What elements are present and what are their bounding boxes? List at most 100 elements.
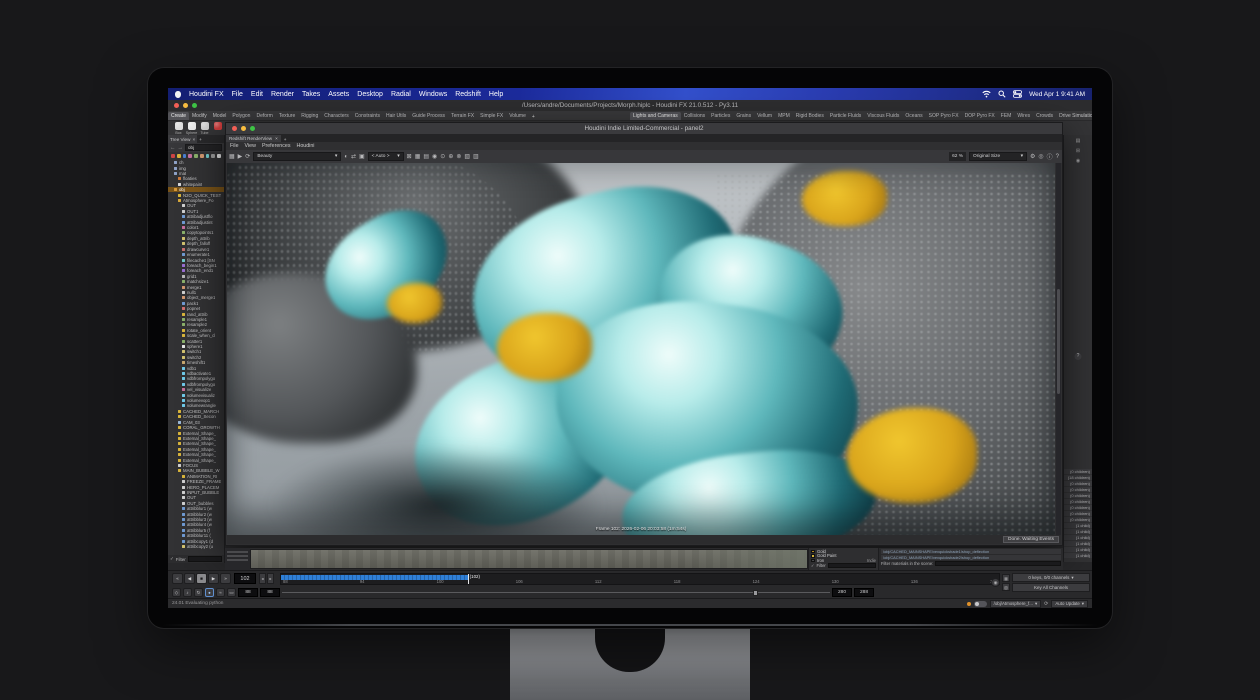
- add-tab-icon[interactable]: +: [281, 137, 290, 142]
- close-tab-icon[interactable]: ×: [275, 136, 278, 141]
- shelf-tab[interactable]: Texture: [276, 112, 298, 120]
- shelf-tab[interactable]: Viscous Fluids: [864, 112, 902, 120]
- render-view-menu-item[interactable]: Houdini: [297, 143, 315, 149]
- shelf-tab[interactable]: Particles: [708, 112, 733, 120]
- shelf-tab[interactable]: Oceans: [902, 112, 925, 120]
- render-view-menu-item[interactable]: View: [245, 143, 256, 149]
- shelf-tab[interactable]: SOP Pyro FX: [926, 112, 962, 120]
- forward-arrow-icon[interactable]: →: [178, 145, 184, 151]
- back-arrow-icon[interactable]: ←: [170, 145, 176, 151]
- render-window-titlebar[interactable]: Houdini Indie Limited-Commercial - panel…: [226, 123, 1062, 134]
- shelf-tab[interactable]: MPM: [775, 112, 793, 120]
- play-forward-button[interactable]: ▶: [208, 573, 219, 584]
- sidebar-icon[interactable]: ◉: [1076, 158, 1080, 164]
- shelf-tab[interactable]: Crowds: [1033, 112, 1056, 120]
- keyframe-color-icon[interactable]: ▧: [1002, 583, 1010, 591]
- grid-icon[interactable]: ▦: [415, 153, 421, 160]
- shader-filter-input[interactable]: [935, 561, 1061, 566]
- shelf-tab[interactable]: Deform: [253, 112, 275, 120]
- zoom-percent-value[interactable]: 62 %: [949, 152, 966, 161]
- shelf-tab[interactable]: Collisions: [681, 112, 708, 120]
- material-filter-input[interactable]: [828, 563, 876, 568]
- shelf-tab[interactable]: Rigging: [298, 112, 321, 120]
- stop-button[interactable]: ■: [196, 573, 207, 584]
- shader-path-row[interactable]: /obj/CACHED_MAINSHAPE/vexquickshade1/sho…: [881, 549, 1061, 554]
- wifi-icon[interactable]: [982, 90, 991, 98]
- shelf-tab[interactable]: Drive Simulation: [1056, 112, 1092, 120]
- check-icon[interactable]: ✓: [170, 556, 174, 562]
- gear-icon[interactable]: ⚙: [1030, 153, 1035, 160]
- close-tab-icon[interactable]: ×: [192, 137, 195, 142]
- step-forward-button[interactable]: ▸: [267, 573, 274, 584]
- tree-path-field[interactable]: obj: [185, 144, 222, 151]
- current-node-select[interactable]: /obj/Atmosphere_f... ▾: [990, 600, 1042, 608]
- shelf-tab[interactable]: Simple FX: [477, 112, 506, 120]
- children-count-row[interactable]: (1 child): [1064, 529, 1092, 535]
- menu-desktop[interactable]: Desktop: [357, 91, 383, 98]
- dopesheet-icon[interactable]: ≈: [216, 588, 225, 597]
- audio-icon[interactable]: ♪: [183, 588, 192, 597]
- loop-icon[interactable]: ↻: [194, 588, 203, 597]
- step-back-button[interactable]: ◂: [259, 573, 266, 584]
- menu-takes[interactable]: Takes: [302, 91, 320, 98]
- menubar-clock[interactable]: Wed Apr 1 9:41 AM: [1029, 91, 1085, 98]
- tree-filter-input[interactable]: [188, 556, 222, 562]
- search-icon[interactable]: [998, 90, 1006, 98]
- playback-mode-icon[interactable]: ◇: [172, 588, 181, 597]
- shelf-tab[interactable]: Polygon: [229, 112, 253, 120]
- interrupt-toggle[interactable]: [974, 601, 987, 607]
- camera-auto-select[interactable]: < Auto > ▾: [368, 152, 404, 161]
- render-pass-select[interactable]: Beauty ▾: [253, 152, 341, 161]
- menu-radial[interactable]: Radial: [391, 91, 411, 98]
- sidebar-icon[interactable]: ▤: [1076, 138, 1081, 144]
- shelf-tab[interactable]: Lights and Cameras: [630, 112, 681, 120]
- region-icon[interactable]: ▣: [359, 153, 365, 160]
- shelf-tab[interactable]: FEM: [998, 112, 1015, 120]
- go-to-end-button[interactable]: »: [220, 573, 231, 584]
- children-count-row[interactable]: (0 children): [1064, 505, 1092, 511]
- network-type-icon[interactable]: [206, 154, 210, 158]
- children-count-row[interactable]: (1 child): [1064, 541, 1092, 547]
- shelf-tab[interactable]: DOP Pyro FX: [962, 112, 998, 120]
- menu-file[interactable]: File: [232, 91, 243, 98]
- shelf-tab[interactable]: Hair Utils: [383, 112, 409, 120]
- menu-redshift[interactable]: Redshift: [455, 91, 481, 98]
- children-count-row[interactable]: (18 children): [1064, 475, 1092, 481]
- shelf-tab[interactable]: Create: [168, 112, 189, 120]
- timeline-ruler[interactable]: (102) 8894100106112118124130136142: [280, 573, 1000, 585]
- render-scrollbar[interactable]: [1056, 163, 1061, 535]
- network-type-icon[interactable]: [200, 154, 204, 158]
- view-mode-icon[interactable]: ◉: [432, 153, 437, 160]
- shelf-tab[interactable]: Characters: [321, 112, 351, 120]
- range-start-field[interactable]: 88: [238, 588, 258, 597]
- menu-edit[interactable]: Edit: [251, 91, 263, 98]
- range-slider-handle[interactable]: [753, 590, 758, 596]
- render-image-icon[interactable]: ▦: [229, 153, 235, 160]
- info-icon[interactable]: ⓘ: [1047, 152, 1053, 161]
- render-view-menu-item[interactable]: File: [230, 143, 239, 149]
- scope-channels-icon[interactable]: ◉: [991, 578, 1000, 587]
- check-icon[interactable]: ✓: [811, 563, 815, 568]
- shelf-tab[interactable]: Model: [210, 112, 230, 120]
- apple-logo[interactable]: [175, 91, 181, 98]
- network-type-icon[interactable]: [183, 154, 187, 158]
- menu-help[interactable]: Help: [489, 91, 503, 98]
- add-tab-icon[interactable]: +: [197, 137, 202, 142]
- range-icon[interactable]: ▭: [227, 588, 236, 597]
- shelf-tool-button[interactable]: Sphere: [185, 122, 198, 135]
- range-slider[interactable]: [282, 588, 830, 597]
- update-mode-select[interactable]: Auto Update ▾: [1051, 600, 1088, 608]
- shelf-tab[interactable]: Particle Fluids: [827, 112, 864, 120]
- help-icon[interactable]: ?: [1056, 154, 1059, 160]
- children-count-row[interactable]: (1 child): [1064, 547, 1092, 553]
- playback-start-field[interactable]: 88: [260, 588, 280, 597]
- shelf-tab[interactable]: Vellum: [754, 112, 775, 120]
- menu-app-name[interactable]: Houdini FX: [189, 91, 224, 98]
- view-mode-icon[interactable]: ⊗: [456, 153, 461, 160]
- children-count-row[interactable]: (0 children): [1064, 493, 1092, 499]
- network-type-icon[interactable]: [177, 154, 181, 158]
- network-type-icon[interactable]: [194, 154, 198, 158]
- flipbook-strip[interactable]: [250, 549, 808, 569]
- children-count-row[interactable]: (0 children): [1064, 499, 1092, 505]
- children-count-row[interactable]: (0 children): [1064, 481, 1092, 487]
